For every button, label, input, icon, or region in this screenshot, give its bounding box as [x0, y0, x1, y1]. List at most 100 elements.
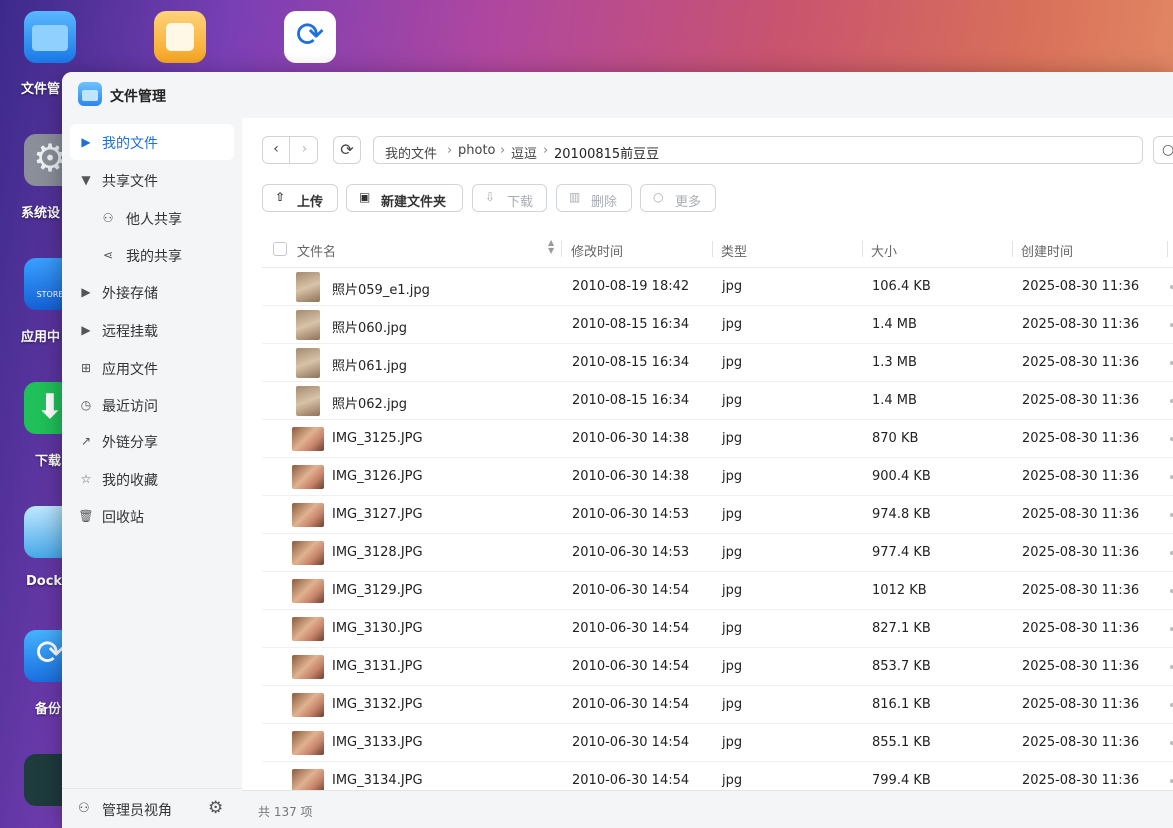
sidebar-item-my-files[interactable]: ▶ 我的文件 [70, 124, 234, 160]
column-header-created[interactable]: 创建时间 [1021, 241, 1073, 260]
sidebar-item-label: 远程挂载 [102, 324, 158, 340]
file-size: 816.1 KB [872, 697, 931, 712]
table-row[interactable]: IMG_3130.JPG 2010-06-30 14:54 jpg 827.1 KB 2… [262, 610, 1173, 648]
table-row[interactable]: IMG_3125.JPG 2010-06-30 14:38 jpg 870 KB 202… [262, 420, 1173, 458]
table-row[interactable]: IMG_3133.JPG 2010-06-30 14:54 jpg 855.1 KB 2… [262, 724, 1173, 762]
download-icon: ⇩ [485, 190, 496, 204]
sidebar-item-recent[interactable]: ◷ 最近访问 [70, 387, 234, 423]
sidebar-item-link-share[interactable]: ↗ 外链分享 [70, 423, 234, 459]
breadcrumb-item[interactable]: photo [458, 143, 496, 158]
modified-time: 2010-06-30 14:38 [572, 469, 690, 484]
breadcrumb-item[interactable]: 我的文件 [385, 143, 437, 162]
sidebar-item-shared-with-me[interactable]: ⚇ 他人共享 [70, 200, 234, 236]
column-divider [1012, 241, 1013, 257]
created-time: 2025-08-30 11:36 [1022, 469, 1140, 484]
created-time: 2025-08-30 11:36 [1022, 507, 1140, 522]
file-size: 1.4 MB [872, 393, 917, 408]
link-share-icon: ↗ [80, 434, 92, 448]
sidebar-item-trash[interactable]: 🗑 回收站 [70, 498, 234, 534]
file-type: jpg [722, 659, 743, 674]
admin-view-toggle[interactable]: 管理员视角 [102, 800, 172, 820]
breadcrumb-item[interactable]: 逗逗 [511, 143, 537, 162]
sidebar-item-shared-files[interactable]: ▼ 共享文件 [70, 162, 234, 198]
sidebar-item-favorites[interactable]: ☆ 我的收藏 [70, 461, 234, 497]
column-divider [1167, 241, 1168, 257]
file-name: IMG_3131.JPG [332, 659, 423, 674]
table-row[interactable]: 照片062.jpg 2010-08-15 16:34 jpg 1.4 MB 2025-0… [262, 382, 1173, 420]
table-row[interactable]: IMG_3131.JPG 2010-06-30 14:54 jpg 853.7 KB 2… [262, 648, 1173, 686]
table-row[interactable]: 照片061.jpg 2010-08-15 16:34 jpg 1.3 MB 2025-0… [262, 344, 1173, 382]
file-size: 900.4 KB [872, 469, 931, 484]
created-time: 2025-08-30 11:36 [1022, 659, 1140, 674]
sidebar-item-external-storage[interactable]: ▶ 外接存储 [70, 274, 234, 310]
photo-thumbnail [292, 503, 324, 527]
new-folder-label: 新建文件夹 [381, 195, 447, 210]
column-divider [712, 241, 713, 257]
table-row[interactable]: 照片060.jpg 2010-08-15 16:34 jpg 1.4 MB 2025-0… [262, 306, 1173, 344]
trash-icon: 🗑 [78, 509, 94, 523]
table-header: 文件名 ▲ ▼ 修改时间 类型 大小 创建时间 [262, 230, 1173, 268]
file-type: jpg [722, 773, 743, 788]
photo-thumbnail [292, 655, 324, 679]
photo-thumbnail [292, 693, 324, 717]
breadcrumb: 我的文件 › photo › 逗逗 › 20100815前豆豆 [373, 136, 1143, 164]
modified-time: 2010-08-15 16:34 [572, 393, 690, 408]
photo-thumbnail [292, 579, 324, 603]
column-header-size[interactable]: 大小 [871, 241, 897, 260]
sidebar-item-remote-mount[interactable]: ▶ 远程挂载 [70, 312, 234, 348]
table-row[interactable]: IMG_3132.JPG 2010-06-30 14:54 jpg 816.1 KB 2… [262, 686, 1173, 724]
column-header-name[interactable]: 文件名 [297, 241, 336, 260]
table-row[interactable]: IMG_3127.JPG 2010-06-30 14:53 jpg 974.8 KB 2… [262, 496, 1173, 534]
chevron-right-icon: › [500, 143, 506, 158]
created-time: 2025-08-30 11:36 [1022, 431, 1140, 446]
folder-icon [78, 82, 102, 106]
sidebar-item-my-shares[interactable]: ⋖ 我的共享 [70, 237, 234, 273]
column-header-modified[interactable]: 修改时间 [571, 241, 623, 260]
select-all-checkbox[interactable] [273, 242, 287, 256]
download-button[interactable]: ⇩ 下载 [472, 184, 547, 212]
created-time: 2025-08-30 11:36 [1022, 545, 1140, 560]
file-name: IMG_3129.JPG [332, 583, 423, 598]
sync-app-icon[interactable] [284, 11, 336, 63]
more-icon: ○ [653, 190, 664, 204]
file-name: IMG_3127.JPG [332, 507, 423, 522]
created-time: 2025-08-30 11:36 [1022, 773, 1140, 788]
modified-time: 2010-08-15 16:34 [572, 355, 690, 370]
more-label: 更多 [675, 195, 702, 210]
file-name: IMG_3133.JPG [332, 735, 423, 750]
table-row[interactable]: IMG_3128.JPG 2010-06-30 14:53 jpg 977.4 KB 2… [262, 534, 1173, 572]
file-name: 照片059_e1.jpg [332, 283, 430, 298]
more-button[interactable]: ○ 更多 [640, 184, 716, 212]
file-manager-app-icon[interactable] [24, 11, 76, 63]
sidebar-item-label: 最近访问 [102, 399, 158, 415]
notes-app-icon[interactable] [154, 11, 206, 63]
back-button[interactable]: ‹ [263, 137, 290, 163]
table-row[interactable]: 照片059_e1.jpg 2010-08-19 18:42 jpg 106.4 KB 2… [262, 268, 1173, 306]
file-size: 799.4 KB [872, 773, 931, 788]
forward-button[interactable]: › [291, 137, 318, 163]
upload-button[interactable]: ⇧ 上传 [262, 184, 338, 212]
search-button[interactable]: ○ [1153, 136, 1173, 164]
title-bar[interactable]: 文件管理 [62, 72, 1173, 118]
table-row[interactable]: IMG_3129.JPG 2010-06-30 14:54 jpg 1012 KB 20… [262, 572, 1173, 610]
caret-right-icon: ▶ [81, 285, 91, 299]
file-type: jpg [722, 583, 743, 598]
new-folder-button[interactable]: ▣ 新建文件夹 [346, 184, 463, 212]
created-time: 2025-08-30 11:36 [1022, 393, 1140, 408]
photo-thumbnail [292, 731, 324, 755]
sort-icon[interactable]: ▲ ▼ [548, 239, 554, 255]
column-header-type[interactable]: 类型 [721, 241, 747, 260]
gear-icon[interactable]: ⚙ [208, 798, 223, 818]
modified-time: 2010-08-19 18:42 [572, 279, 690, 294]
sidebar-item-app-files[interactable]: ⊞ 应用文件 [70, 350, 234, 386]
file-name: 照片060.jpg [332, 321, 408, 336]
table-row[interactable]: IMG_3134.JPG 2010-06-30 14:54 jpg 799.4 KB 2… [262, 762, 1173, 790]
table-row[interactable]: IMG_3126.JPG 2010-06-30 14:38 jpg 900.4 KB 2… [262, 458, 1173, 496]
chevron-right-icon: › [543, 143, 549, 158]
delete-button[interactable]: ▥ 删除 [556, 184, 632, 212]
modified-time: 2010-06-30 14:54 [572, 659, 690, 674]
clock-icon: ◷ [80, 398, 92, 412]
file-name: IMG_3125.JPG [332, 431, 423, 446]
file-size: 974.8 KB [872, 507, 931, 522]
refresh-button[interactable]: ⟳ [333, 136, 361, 164]
